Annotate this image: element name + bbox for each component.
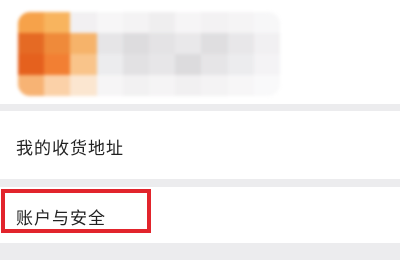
shipping-address-label: 我的收货地址 — [16, 139, 124, 159]
blurred-profile-avatar — [18, 12, 280, 96]
mosaic-tile — [44, 75, 71, 96]
mosaic-tile — [70, 33, 97, 54]
mosaic-tile — [18, 33, 45, 54]
mosaic-tile — [227, 54, 254, 75]
mosaic-tile — [253, 12, 280, 33]
mosaic-tile — [70, 12, 97, 33]
mosaic-tile — [122, 75, 149, 96]
settings-screen: 我的收货地址 账户与安全 — [0, 0, 400, 260]
mosaic-tile — [253, 54, 280, 75]
mosaic-tile — [96, 75, 123, 96]
mosaic-tile — [149, 75, 176, 96]
mosaic-tile — [201, 12, 228, 33]
mosaic-tile — [227, 33, 254, 54]
mosaic-tile — [149, 12, 176, 33]
mosaic-tile — [253, 75, 280, 96]
profile-card[interactable] — [0, 0, 400, 104]
mosaic-tile — [201, 54, 228, 75]
mosaic-tile — [149, 33, 176, 54]
mosaic-tile — [44, 12, 71, 33]
mosaic-tile — [201, 33, 228, 54]
mosaic-tile — [227, 75, 254, 96]
mosaic-tile — [227, 12, 254, 33]
mosaic-tile — [201, 75, 228, 96]
mosaic-tile — [18, 75, 45, 96]
menu-item-account-security[interactable]: 账户与安全 — [0, 187, 400, 243]
mosaic-tile — [175, 75, 202, 96]
avatar-mosaic — [18, 12, 280, 96]
mosaic-tile — [175, 33, 202, 54]
mosaic-tile — [18, 54, 45, 75]
mosaic-tile — [175, 12, 202, 33]
mosaic-tile — [70, 54, 97, 75]
mosaic-tile — [96, 12, 123, 33]
mosaic-tile — [149, 54, 176, 75]
mosaic-tile — [122, 33, 149, 54]
mosaic-tile — [44, 54, 71, 75]
mosaic-tile — [44, 33, 71, 54]
mosaic-tile — [18, 12, 45, 33]
mosaic-tile — [122, 54, 149, 75]
menu-item-shipping-address[interactable]: 我的收货地址 — [0, 111, 400, 179]
mosaic-tile — [96, 54, 123, 75]
mosaic-tile — [96, 33, 123, 54]
mosaic-tile — [175, 54, 202, 75]
mosaic-tile — [122, 12, 149, 33]
account-security-label: 账户与安全 — [16, 209, 106, 229]
mosaic-tile — [253, 33, 280, 54]
mosaic-tile — [70, 75, 97, 96]
